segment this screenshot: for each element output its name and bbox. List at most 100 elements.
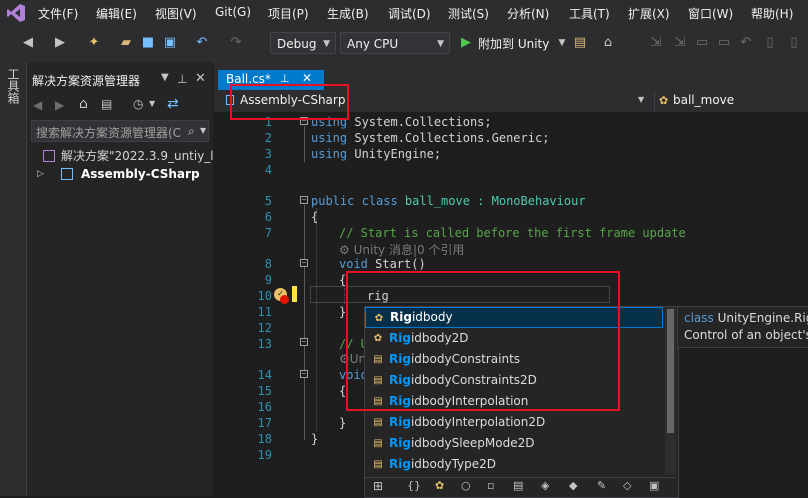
redo-icon[interactable]: ↷ — [228, 35, 244, 51]
completion-item[interactable]: ▤ RigidbodyType2D — [365, 454, 663, 475]
menu-debug[interactable]: 调试(D) — [388, 5, 431, 22]
solution-search-input[interactable]: 搜索解决方案资源管理器(C ⌕ ▼ — [31, 120, 209, 142]
struct-filter-icon[interactable]: ▫ — [487, 479, 494, 492]
menu-window[interactable]: 窗口(W) — [688, 5, 733, 22]
expand-arrow-icon[interactable]: ▷ — [37, 164, 44, 184]
menu-tools[interactable]: 工具(T) — [569, 5, 610, 22]
find-in-files-icon[interactable]: ▤ — [572, 35, 588, 51]
undo-icon[interactable]: ↶ — [194, 35, 210, 51]
collapse-icon[interactable]: − — [300, 338, 308, 346]
tree-item-project[interactable]: ▷ Assembly-CSharp — [27, 164, 213, 184]
chevron-down-icon[interactable]: ▼ — [200, 126, 206, 135]
bookmark-icon[interactable]: ▯ — [786, 35, 802, 51]
csharp-project-icon — [61, 168, 73, 180]
window-position-icon[interactable]: ▼ — [161, 72, 169, 83]
chevron-down-icon: ▼ — [323, 39, 330, 49]
menu-view[interactable]: 视图(V) — [155, 5, 197, 22]
open-folder-icon[interactable]: ▰ — [118, 35, 134, 51]
collapse-icon[interactable]: − — [300, 259, 308, 267]
attach-unity-button[interactable]: 附加到 Unity — [478, 35, 549, 52]
completion-item[interactable]: ▤ RigidbodyInterpolation2D — [365, 412, 663, 433]
close-icon[interactable]: ✕ — [195, 71, 206, 86]
line-number: 13 — [257, 337, 272, 351]
property-filter-icon[interactable]: ✎ — [597, 479, 606, 492]
toolbox-strip: 工具箱 — [0, 62, 27, 496]
home-icon[interactable]: ⌂ — [600, 35, 616, 51]
toolbar: ◀ ▶ ✦ ▰ ■ ▣ ↶ ↷ Debug ▼ Any CPU ▼ ▶ 附加到 … — [0, 26, 808, 63]
menu-edit[interactable]: 编辑(E) — [96, 5, 137, 22]
home-icon[interactable]: ⌂ — [79, 96, 88, 112]
completion-scrollbar[interactable] — [665, 307, 676, 475]
menu-help[interactable]: 帮助(H) — [751, 5, 793, 22]
chevron-down-icon: ▼ — [638, 95, 645, 104]
chevron-down-icon[interactable]: ▼ — [554, 35, 570, 51]
new-project-icon[interactable]: ✦ — [86, 35, 102, 51]
line-number: 5 — [264, 194, 272, 208]
codelens-hint[interactable]: ⚙ Unity 消息|0 个引用 — [339, 241, 464, 258]
save-icon[interactable]: ■ — [140, 35, 156, 51]
chevron-down-icon[interactable]: ▼ — [149, 99, 155, 108]
config-dropdown[interactable]: Debug ▼ — [270, 32, 336, 54]
solution-explorer-header: 解决方案资源管理器 ▼ ⊥ ✕ — [27, 70, 213, 90]
line-number: 17 — [257, 416, 272, 430]
step-icon[interactable]: ⇲ — [648, 35, 664, 51]
toolbox-tab[interactable]: 工具箱 — [6, 68, 20, 104]
scrollbar-thumb[interactable] — [667, 309, 674, 433]
collapse-icon[interactable]: − — [300, 370, 308, 378]
method-filter-icon[interactable]: ◆ — [569, 479, 577, 492]
code-line-6: { — [311, 210, 319, 224]
bookmark-icon[interactable]: ▯ — [762, 35, 778, 51]
menu-file[interactable]: 文件(F) — [38, 5, 78, 22]
switch-views-icon[interactable]: ▤ — [101, 97, 112, 111]
nav-class-label: ball_move — [673, 93, 735, 107]
menu-extensions[interactable]: 扩展(X) — [628, 5, 670, 22]
interface-filter-icon[interactable]: ○ — [461, 479, 471, 492]
class-filter-icon[interactable]: ✿ — [435, 479, 444, 492]
line-number: 6 — [264, 210, 272, 224]
platform-dropdown[interactable]: Any CPU ▼ — [340, 32, 450, 54]
save-all-icon[interactable]: ▣ — [162, 35, 178, 51]
code-line-3: using UnityEngine; — [311, 147, 442, 161]
line-number: 11 — [257, 305, 272, 319]
quick-info-tooltip: class UnityEngine.Rigi Control of an obj… — [677, 306, 808, 348]
back-icon[interactable]: ◀ — [33, 98, 42, 112]
namespace-filter-icon[interactable]: {} — [407, 479, 421, 492]
solution-explorer: 解决方案资源管理器 ▼ ⊥ ✕ ◀ ▶ ⌂ ▤ ◷ ▼ ⇄ 搜索解决方案资源管理… — [27, 62, 213, 496]
completion-item[interactable]: ▤ RigidbodySleepMode2D — [365, 433, 663, 454]
enum-filter-icon[interactable]: ▤ — [513, 479, 523, 492]
enum-icon: ▤ — [373, 417, 383, 428]
line-number: 10 — [257, 289, 272, 303]
line-number: 2 — [264, 131, 272, 145]
collapse-icon[interactable]: − — [300, 196, 308, 204]
menu-project[interactable]: 项目(P) — [268, 5, 309, 22]
annotation-highlight — [230, 84, 349, 120]
forward-icon[interactable]: ▶ — [52, 35, 68, 51]
expand-icon[interactable]: ⊞ — [373, 479, 383, 493]
close-icon[interactable]: ✕ — [302, 71, 312, 85]
back-icon[interactable]: ◀ — [20, 35, 36, 51]
tree-item-solution[interactable]: 解决方案"2022.3.9_untiy_le — [27, 146, 213, 166]
play-icon[interactable]: ▶ — [458, 35, 474, 51]
menu-test[interactable]: 测试(S) — [448, 5, 489, 22]
menu-analyze[interactable]: 分析(N) — [507, 5, 549, 22]
menu-git[interactable]: Git(G) — [215, 5, 251, 19]
uncomment-icon[interactable]: ▭ — [716, 35, 732, 51]
delegate-filter-icon[interactable]: ◈ — [541, 479, 549, 492]
undo-icon[interactable]: ↶ — [738, 35, 754, 51]
step-icon[interactable]: ⇲ — [672, 35, 688, 51]
solution-explorer-toolbar: ◀ ▶ ⌂ ▤ ◷ ▼ ⇄ — [27, 92, 213, 120]
sync-icon[interactable]: ⇄ — [167, 96, 179, 112]
project-label: Assembly-CSharp — [81, 167, 200, 181]
forward-icon[interactable]: ▶ — [55, 98, 64, 112]
snippet-filter-icon[interactable]: ▣ — [649, 479, 659, 492]
pending-changes-icon[interactable]: ◷ — [133, 97, 143, 111]
indent-guide — [316, 208, 318, 432]
menu-build[interactable]: 生成(B) — [327, 5, 369, 22]
search-icon[interactable]: ⌕ — [188, 124, 195, 139]
type-navigation-dropdown[interactable]: ✿ ball_move — [654, 91, 807, 111]
pin-icon[interactable]: ⊥ — [177, 72, 187, 86]
error-icon — [280, 295, 289, 304]
enum-icon: ▤ — [373, 459, 383, 470]
event-filter-icon[interactable]: ◇ — [623, 479, 631, 492]
comment-icon[interactable]: ▭ — [694, 35, 710, 51]
